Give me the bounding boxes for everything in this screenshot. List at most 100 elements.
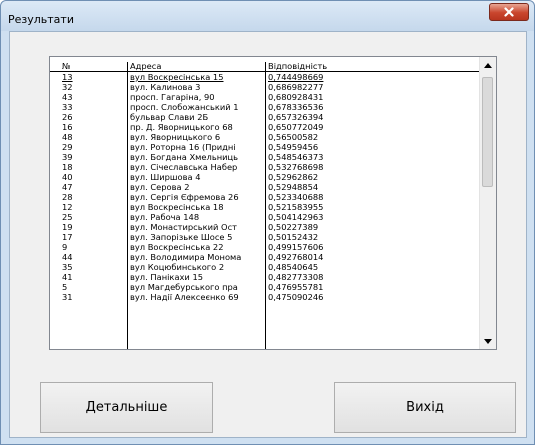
item-number: 47 — [62, 182, 73, 192]
item-address: вул. Рабоча 148 — [130, 212, 200, 222]
item-match: 0,532768698 — [268, 162, 324, 172]
item-match: 0,650772049 — [268, 122, 324, 132]
item-match: 0,548546373 — [268, 152, 324, 162]
item-number: 26 — [62, 112, 73, 122]
item-address: вул. Калинова 3 — [130, 82, 201, 92]
list-item[interactable]: 48 вул. Яворницького 6 0,56500582 — [50, 132, 480, 142]
item-match: 0,54959456 — [268, 142, 319, 152]
item-number: 44 — [62, 252, 73, 262]
item-address: вул. Монастирський Ост — [130, 222, 237, 232]
item-match: 0,492768014 — [268, 252, 324, 262]
list-item[interactable]: 26 бульвар Слави 2Б 0,657326394 — [50, 112, 480, 122]
client-area: № Адреса Відповідність 13 вул Воскресінсь… — [9, 31, 527, 438]
results-listbox[interactable]: № Адреса Відповідність 13 вул Воскресінсь… — [49, 56, 497, 350]
item-address: вул. Запорізьке Шосе 5 — [130, 232, 233, 242]
item-number: 9 — [62, 242, 68, 252]
list-item[interactable]: 47 вул. Серова 2 0,52948854 — [50, 182, 480, 192]
list-item[interactable]: 25 вул. Рабоча 148 0,504142963 — [50, 212, 480, 222]
item-number: 32 — [62, 82, 73, 92]
results-window: Результати № Адреса Відповідність 13 вул … — [0, 0, 535, 445]
list-item[interactable]: 33 просп. Слобожанський 1 0,678336536 — [50, 102, 480, 112]
item-number: 17 — [62, 232, 73, 242]
item-match: 0,680928431 — [268, 92, 324, 102]
item-number: 25 — [62, 212, 73, 222]
list-item[interactable]: 12 вул Воскресінська 18 0,521583955 — [50, 202, 480, 212]
scrollbar-thumb[interactable] — [482, 77, 493, 187]
vertical-scrollbar[interactable] — [479, 57, 496, 349]
item-address: бульвар Слави 2Б — [130, 112, 209, 122]
list-item[interactable]: 44 вул. Володимира Монома 0,492768014 — [50, 252, 480, 262]
list-item[interactable]: 19 вул. Монастирський Ост 0,50227389 — [50, 222, 480, 232]
item-address: вул. Надії Алексеєнко 69 — [130, 292, 239, 302]
item-match: 0,50152432 — [268, 232, 319, 242]
column-header-match: Відповідність — [268, 62, 328, 71]
item-address: вул Магдебурського пра — [130, 282, 238, 292]
item-address: вул Коцюбинського 2 — [130, 262, 225, 272]
list-item[interactable]: 5 вул Магдебурського пра 0,476955781 — [50, 282, 480, 292]
item-match: 0,504142963 — [268, 212, 324, 222]
item-address: вул. Богдана Хмельниць — [130, 152, 239, 162]
item-match: 0,521583955 — [268, 202, 324, 212]
item-match: 0,476955781 — [268, 282, 324, 292]
list-item[interactable]: 18 вул. Січеславська Набер 0,532768698 — [50, 162, 480, 172]
item-match: 0,52962862 — [268, 172, 319, 182]
item-address: просп. Слобожанський 1 — [130, 102, 239, 112]
results-rows: № Адреса Відповідність 13 вул Воскресінсь… — [50, 62, 480, 302]
exit-button[interactable]: Вихід — [334, 382, 516, 433]
arrow-down-icon — [484, 338, 492, 344]
list-item[interactable]: 40 вул. Ширшова 4 0,52962862 — [50, 172, 480, 182]
list-item[interactable]: 17 вул. Запорізьке Шосе 5 0,50152432 — [50, 232, 480, 242]
scroll-down-button[interactable] — [480, 333, 496, 349]
list-item[interactable]: 35 вул Коцюбинського 2 0,48540645 — [50, 262, 480, 272]
list-item[interactable]: 9 вул Воскресінська 22 0,499157606 — [50, 242, 480, 252]
item-address: вул Воскресінська 18 — [130, 202, 224, 212]
list-item[interactable]: 43 просп. Гагаріна, 90 0,680928431 — [50, 92, 480, 102]
item-match: 0,678336536 — [268, 102, 324, 112]
item-number: 35 — [62, 262, 73, 272]
item-match: 0,499157606 — [268, 242, 324, 252]
item-number: 19 — [62, 222, 73, 232]
scroll-up-button[interactable] — [480, 57, 496, 73]
item-address: вул. Сергія Єфремова 26 — [130, 192, 239, 202]
item-address: вул. Серова 2 — [130, 182, 190, 192]
close-button[interactable] — [489, 3, 529, 21]
item-number: 18 — [62, 162, 73, 172]
item-number: 28 — [62, 192, 73, 202]
item-number: 5 — [62, 282, 68, 292]
details-button[interactable]: Детальніше — [40, 382, 213, 433]
item-number: 29 — [62, 142, 73, 152]
list-header-row: № Адреса Відповідність — [50, 62, 480, 72]
list-item[interactable]: 29 вул. Роторна 16 (Придні 0,54959456 — [50, 142, 480, 152]
list-item[interactable]: 31 вул. Надії Алексеєнко 69 0,475090246 — [50, 292, 480, 302]
list-item[interactable]: 13 вул Воскресінська 15 0,744498669 — [50, 72, 480, 82]
item-number: 41 — [62, 272, 73, 282]
close-icon — [504, 7, 514, 17]
item-match: 0,744498669 — [268, 72, 324, 82]
item-number: 31 — [62, 292, 73, 302]
item-address: вул. Роторна 16 (Придні — [130, 142, 236, 152]
item-address: вул. Січеславська Набер — [130, 162, 238, 172]
item-address: вул. Ширшова 4 — [130, 172, 201, 182]
list-item[interactable]: 16 пр. Д. Яворницького 68 0,650772049 — [50, 122, 480, 132]
item-match: 0,52948854 — [268, 182, 319, 192]
item-match: 0,482773308 — [268, 272, 324, 282]
list-item[interactable]: 41 вул. Панікахи 15 0,482773308 — [50, 272, 480, 282]
item-address: вул. Панікахи 15 — [130, 272, 204, 282]
item-number: 16 — [62, 122, 73, 132]
item-match: 0,56500582 — [268, 132, 319, 142]
item-address: вул Воскресінська 15 — [130, 72, 224, 82]
window-title: Результати — [8, 13, 74, 26]
item-number: 48 — [62, 132, 73, 142]
item-match: 0,475090246 — [268, 292, 324, 302]
item-address: просп. Гагаріна, 90 — [130, 92, 215, 102]
item-match: 0,523340688 — [268, 192, 324, 202]
item-match: 0,50227389 — [268, 222, 319, 232]
list-item[interactable]: 28 вул. Сергія Єфремова 26 0,523340688 — [50, 192, 480, 202]
column-header-number: № — [62, 62, 71, 71]
list-item[interactable]: 32 вул. Калинова 3 0,686982277 — [50, 82, 480, 92]
title-bar: Результати — [1, 1, 534, 31]
item-number: 43 — [62, 92, 73, 102]
list-item[interactable]: 39 вул. Богдана Хмельниць 0,548546373 — [50, 152, 480, 162]
item-number: 39 — [62, 152, 73, 162]
item-match: 0,48540645 — [268, 262, 319, 272]
